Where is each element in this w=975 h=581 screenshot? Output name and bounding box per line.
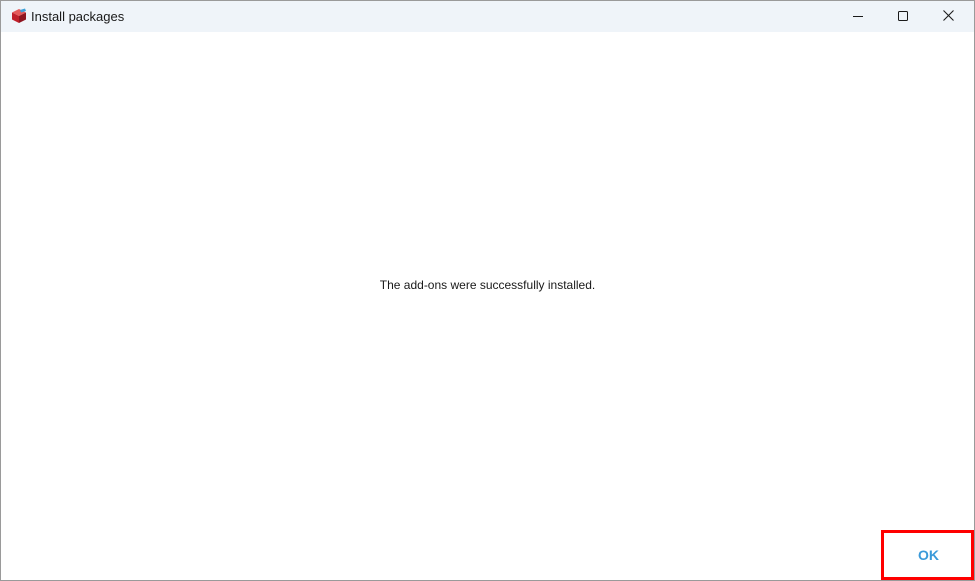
close-button[interactable] [925, 1, 971, 32]
minimize-button[interactable] [835, 1, 881, 32]
success-message: The add-ons were successfully installed. [379, 278, 596, 292]
ok-button[interactable]: OK [885, 534, 972, 576]
cube-package-icon [11, 8, 27, 24]
maximize-icon [898, 8, 908, 26]
window-title: Install packages [31, 9, 125, 24]
close-icon [942, 8, 954, 26]
install-packages-window: Install packages The add-ons were succes… [0, 0, 975, 581]
minimize-icon [853, 8, 863, 26]
title-bar[interactable]: Install packages [1, 1, 974, 32]
maximize-button[interactable] [880, 1, 926, 32]
